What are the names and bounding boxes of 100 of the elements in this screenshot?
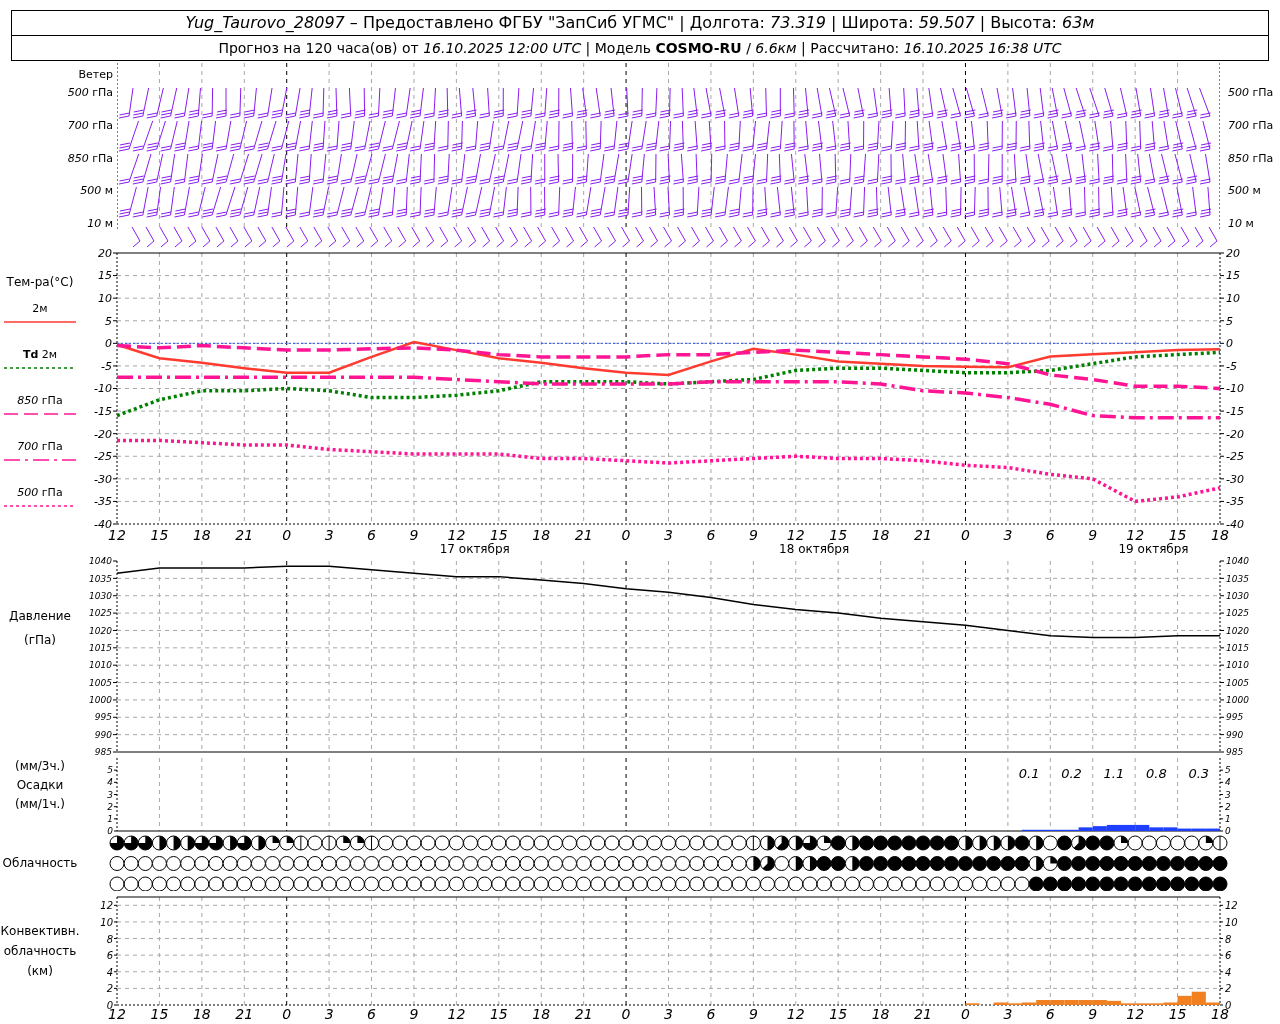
axis-tick-label: 0 [105,337,112,351]
axis-tick-label: 1015 [89,642,112,653]
axis-tick-label: -20 [1226,427,1244,441]
axis-tick-label: 12 [447,527,466,543]
axis-tick-label: 5 [107,765,113,776]
axis-tick-label: 10 [1226,292,1240,305]
axis-tick-label: -25 [94,450,112,464]
axis-tick-label: 3 [1003,527,1013,543]
axis-tick-label: 1030 [89,590,112,601]
axis-tick-label: 1000 [1226,695,1249,706]
axis-tick-label: 985 [1226,747,1244,755]
axis-tick-label: 0 [1226,337,1233,351]
axis-tick-label: 18 [192,1006,211,1021]
axis-tick-label: 15 [150,1006,169,1021]
axis-tick-label: -30 [94,472,112,486]
axis-tick-label: -35 [1226,495,1244,509]
axis-tick-label: 1005 [1226,677,1249,688]
axis-tick-label: 4 [1225,777,1231,788]
axis-tick-label: 2 [107,801,113,812]
axis-tick-label: -25 [1226,450,1244,464]
date-label: 19 октября [1118,542,1189,555]
axis-tick-label: 18 [532,527,551,543]
precipitation-total-label: 0.1 [1018,766,1040,781]
pressure-unit: (гПа) [23,632,56,649]
axis-tick-label: 3 [664,527,673,543]
axis-tick-label: 12 [1126,527,1145,543]
precipitation-total-label: 0.8 [1146,766,1167,781]
convective-title: облачность [3,943,77,960]
axis-tick-label: 21 [574,527,593,543]
axis-tick-label: 1 [107,813,113,824]
axis-tick-label: 1035 [89,573,112,584]
axis-tick-label: 1040 [89,556,112,567]
pressure-title: Давление [9,608,71,625]
axis-tick-label: 8 [106,933,113,945]
precipitation-unit: (мм/3ч.) [14,758,66,775]
axis-tick-label: 3 [324,1006,334,1021]
axis-tick-label: 20 [1226,249,1240,260]
axis-tick-label: 18 [192,527,211,543]
level-label: 850 гПа [1228,151,1274,165]
axis-tick-label: 985 [94,747,112,755]
axis-tick-label: 10 [100,916,113,928]
axis-tick-label: 0 [282,1006,292,1021]
axis-tick-label: 6 [367,1006,376,1021]
axis-tick-label: 1025 [1226,608,1249,619]
axis-tick-label: 990 [94,729,112,740]
axis-tick-label: -20 [94,427,112,441]
axis-tick-label: 1035 [1226,573,1249,584]
axis-tick-label: 18 [532,1006,551,1021]
level-label: 10 м [1228,217,1254,231]
axis-tick-label: 12 [786,527,805,543]
axis-tick-label: 3 [324,527,334,543]
level-label: 500 гПа [1228,86,1274,99]
axis-tick-label: 0 [961,1006,970,1021]
axis-tick-label: 2 [106,983,113,995]
axis-tick-label: 15 [829,1006,848,1021]
convective-unit: (км) [27,963,53,980]
axis-tick-label: 18 [871,527,890,543]
axis-tick-label: 18 [871,1006,890,1021]
axis-tick-label: 10 [98,292,112,305]
axis-tick-label: 1015 [1226,642,1249,653]
axis-tick-label: 21 [914,527,932,543]
axis-tick-label: 15 [98,269,112,283]
axis-tick-label: 1030 [1226,590,1249,601]
legend-label: Td 2м [22,347,58,363]
precipitation-total-label: 0.2 [1061,766,1082,781]
axis-tick-label: 4 [107,777,113,788]
axis-tick-label: 15 [489,1006,508,1021]
axis-tick-label: 21 [914,1006,932,1021]
axis-tick-label: 1025 [89,608,112,619]
legend-label: 2м [32,301,48,317]
legend-label: 500 гПа [17,485,63,501]
axis-tick-label: 0 [1225,826,1231,834]
axis-tick-label: 10 [1225,916,1238,928]
axis-tick-label: 12 [786,1006,805,1021]
axis-tick-label: 3 [1003,1006,1013,1021]
axis-tick-label: 9 [1088,527,1098,543]
date-label: 17 октября [439,542,510,555]
forecast-title: Yug_Taurovo_28097 – Предоставлено ФГБУ "ЗапСиб УГМС" | Долгота: 73.319 | Широта: 59.507 | Высота: 63м [185,12,1095,34]
axis-tick-label: 6 [106,950,113,962]
axis-tick-label: -15 [94,404,112,418]
axis-tick-label: 4 [106,966,113,978]
convective-title: Конвективн. [0,923,80,940]
axis-tick-label: 0 [282,527,292,543]
axis-tick-label: 9 [748,1006,758,1021]
axis-tick-label: 1 [1225,813,1231,824]
axis-tick-label: 15 [1226,269,1240,283]
axis-tick-label: 9 [409,527,419,543]
axis-tick-label: -15 [1226,404,1244,418]
level-label: 10 м [87,217,113,231]
axis-tick-label: 6 [1225,950,1232,962]
axis-tick-label: 1010 [1226,660,1249,671]
axis-tick-label: 6 [706,1006,716,1021]
axis-tick-label: -30 [1226,472,1244,486]
legend-label: 850 гПа [17,393,63,409]
axis-tick-label: 2 [1225,801,1231,812]
level-label: 700 гПа [67,118,113,132]
axis-tick-label: 1000 [89,695,112,706]
axis-tick-label: 990 [1226,729,1244,740]
axis-tick-label: 21 [235,1006,254,1021]
axis-tick-label: 0 [621,1006,631,1021]
